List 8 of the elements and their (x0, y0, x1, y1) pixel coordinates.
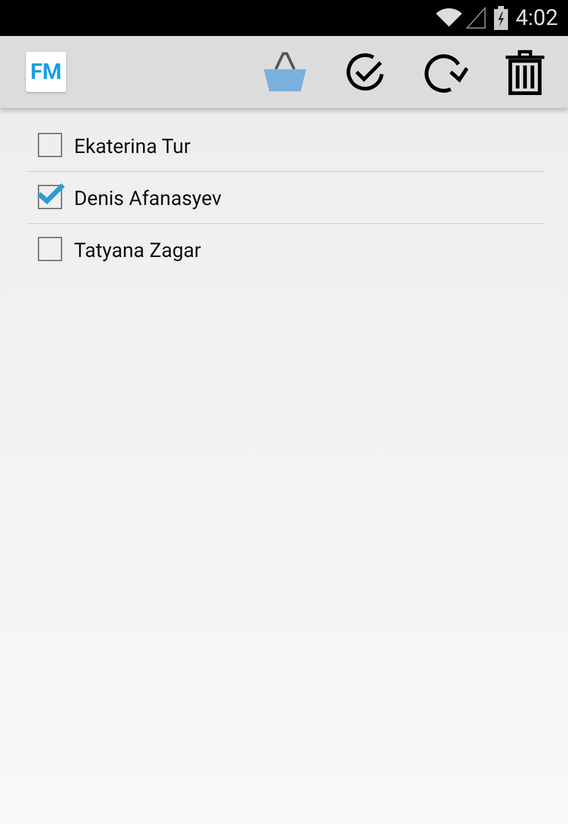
battery-icon (494, 6, 508, 30)
signal-icon (466, 7, 486, 29)
item-name: Denis Afanasyev (74, 186, 222, 210)
status-time: 4:02 (516, 6, 558, 30)
item-name: Ekaterina Tur (74, 134, 190, 158)
wifi-icon (436, 8, 462, 28)
app-logo[interactable]: FM (26, 52, 66, 92)
item-name: Tatyana Zagar (74, 238, 202, 262)
